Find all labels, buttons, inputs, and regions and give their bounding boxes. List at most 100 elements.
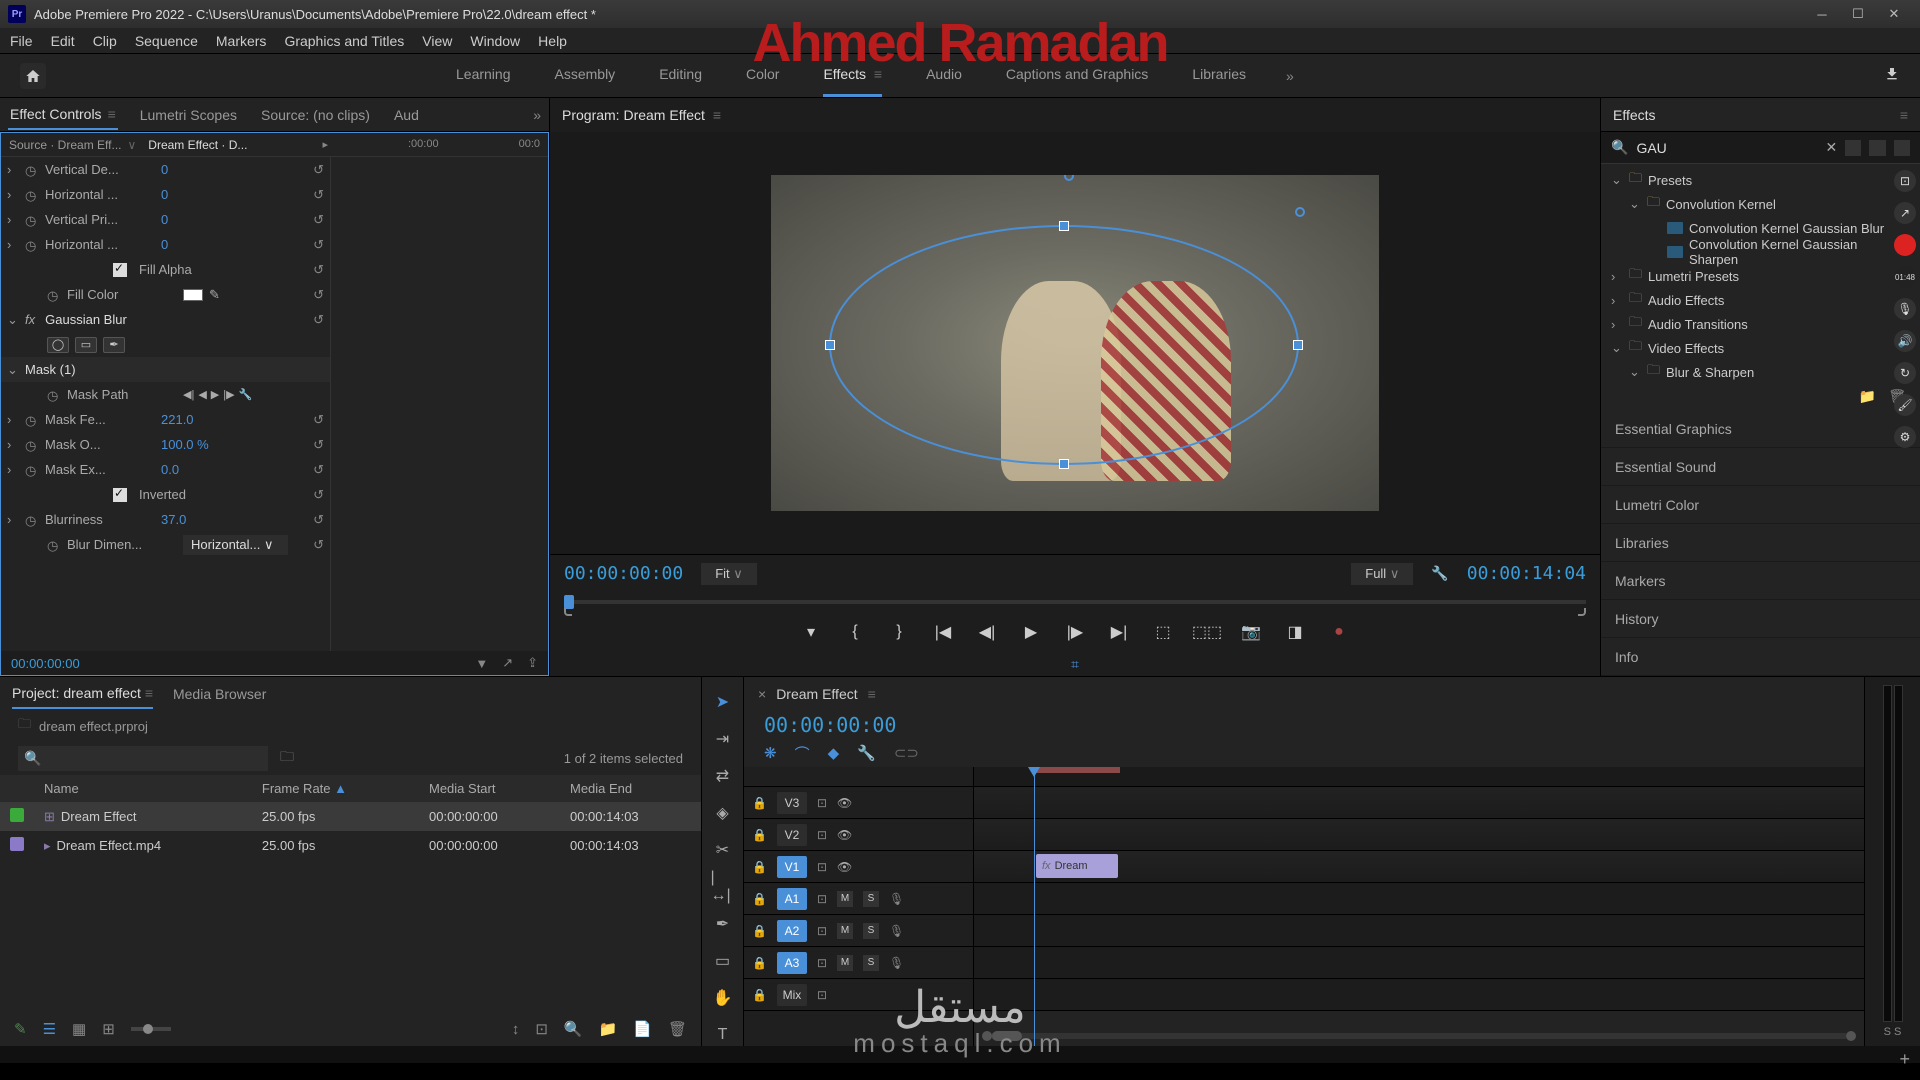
mute-button[interactable]: M xyxy=(837,955,853,971)
reset-icon[interactable]: ↺ xyxy=(313,537,324,553)
twist-icon[interactable]: › xyxy=(7,237,19,252)
track-target[interactable]: V3 xyxy=(777,792,807,814)
workspace-assembly[interactable]: Assembly xyxy=(555,54,616,97)
workspace-effects[interactable]: Effects ≡ xyxy=(823,54,882,97)
prop-value[interactable]: 0.0 xyxy=(161,462,179,477)
trash-button[interactable]: 🗑 xyxy=(668,1020,687,1038)
menu-markers[interactable]: Markers xyxy=(216,33,267,49)
timeline-clip[interactable]: fxDream xyxy=(1036,854,1118,878)
prop-value[interactable]: 0 xyxy=(161,162,168,177)
menu-file[interactable]: File xyxy=(10,33,33,49)
reset-icon[interactable]: ↺ xyxy=(313,512,324,528)
step-forward-button[interactable]: |▶ xyxy=(1065,622,1085,642)
tab-source[interactable]: Source: (no clips) xyxy=(259,101,372,129)
tab-lumetri-scopes[interactable]: Lumetri Scopes xyxy=(138,101,239,129)
program-quality-dropdown[interactable]: Full ∨ xyxy=(1351,563,1413,585)
ripple-tool[interactable]: ⇄ xyxy=(711,765,735,788)
sync-lock-icon[interactable]: ⊡ xyxy=(817,828,827,842)
audio-track-lane[interactable] xyxy=(974,979,1864,1011)
eye-icon[interactable]: 👁 xyxy=(837,796,852,810)
marker-button[interactable]: ◆ xyxy=(828,744,840,762)
prop-value[interactable]: 0 xyxy=(161,187,168,202)
twist-icon[interactable]: › xyxy=(7,412,19,427)
solo-button[interactable]: S xyxy=(863,955,879,971)
effects-tree-item[interactable]: ›🗀Audio Transitions xyxy=(1601,312,1920,336)
ec-filter-icon[interactable]: ▼ xyxy=(475,656,488,671)
project-item[interactable]: ⊞Dream Effect25.00 fps00:00:00:0000:00:1… xyxy=(0,802,701,831)
reset-icon[interactable]: ↺ xyxy=(313,262,324,278)
solo-button[interactable]: S xyxy=(863,923,879,939)
brush-icon[interactable]: 🖌 xyxy=(1894,394,1916,416)
auto-seq-button[interactable]: ⊡ xyxy=(535,1020,548,1038)
reset-icon[interactable]: ↺ xyxy=(313,462,324,478)
sync-lock-icon[interactable]: ⊡ xyxy=(817,796,827,810)
col-header[interactable]: Frame Rate ▲ xyxy=(252,775,419,802)
timer-icon[interactable]: 01:48 xyxy=(1894,266,1916,288)
in-point-marker[interactable] xyxy=(564,608,572,616)
sync-lock-icon[interactable]: ⊡ xyxy=(817,860,827,874)
mask-rotate-handle[interactable] xyxy=(1295,207,1305,217)
checkbox[interactable] xyxy=(113,488,127,502)
record-button[interactable]: ● xyxy=(1329,623,1349,641)
search-bin-button[interactable]: 🗀 xyxy=(280,746,294,770)
new-bin-button[interactable]: 📁 xyxy=(599,1020,618,1038)
blur-dim-dropdown[interactable]: Horizontal... ∨ xyxy=(183,535,288,555)
play-button[interactable]: ▶ xyxy=(1021,622,1041,642)
stopwatch-icon[interactable]: ◷ xyxy=(25,163,39,177)
workspace-captions-and-graphics[interactable]: Captions and Graphics xyxy=(1006,54,1148,97)
sync-lock-icon[interactable]: ⊡ xyxy=(817,988,827,1002)
prop-value[interactable]: 221.0 xyxy=(161,412,194,427)
work-area-bar[interactable] xyxy=(1036,767,1120,773)
col-header[interactable]: Name xyxy=(34,775,252,802)
project-search-input[interactable] xyxy=(18,746,268,771)
go-to-in-button[interactable]: |◀ xyxy=(933,622,953,642)
stopwatch-icon[interactable]: ◷ xyxy=(25,213,39,227)
write-mode-icon[interactable]: ✎ xyxy=(14,1020,27,1038)
workspace-editing[interactable]: Editing xyxy=(659,54,702,97)
timeline-menu-icon[interactable]: ≡ xyxy=(868,686,876,702)
add-marker-button[interactable]: ▾ xyxy=(801,622,821,642)
mask-pen-button[interactable]: ✒ xyxy=(103,337,125,353)
step-back-button[interactable]: ◀| xyxy=(977,622,997,642)
program-playhead[interactable] xyxy=(564,595,574,609)
menu-edit[interactable]: Edit xyxy=(51,33,75,49)
lock-icon[interactable]: 🔒 xyxy=(752,956,767,970)
new-item-button[interactable]: 📄 xyxy=(633,1020,652,1038)
twist-icon[interactable]: ⌄ xyxy=(7,312,19,328)
panel-tab-essential-sound[interactable]: Essential Sound xyxy=(1601,448,1920,486)
lift-button[interactable]: ⬚ xyxy=(1153,622,1173,642)
lock-icon[interactable]: 🔒 xyxy=(752,796,767,810)
effects-tree-item[interactable]: ⌄🗀Blur & Sharpen xyxy=(1601,360,1920,382)
panel-tab-libraries[interactable]: Libraries xyxy=(1601,524,1920,562)
eye-icon[interactable]: 👁 xyxy=(837,860,852,874)
accelerated-filter-icon[interactable] xyxy=(1845,140,1861,156)
track-target[interactable]: A1 xyxy=(777,888,807,910)
stopwatch-icon[interactable]: ◷ xyxy=(47,538,61,552)
video-track-lane[interactable] xyxy=(974,819,1864,851)
panel-tab-lumetri-color[interactable]: Lumetri Color xyxy=(1601,486,1920,524)
lock-icon[interactable]: 🔒 xyxy=(752,924,767,938)
export-button[interactable] xyxy=(1884,66,1900,85)
reset-icon[interactable]: ↺ xyxy=(313,487,324,503)
effects-tree-item[interactable]: ⌄🗀Presets xyxy=(1601,168,1920,192)
audio-track-lane[interactable] xyxy=(974,915,1864,947)
hand-tool[interactable]: ✋ xyxy=(711,986,735,1009)
home-button[interactable] xyxy=(20,63,46,89)
mic-icon[interactable]: 🎙 xyxy=(889,924,904,938)
list-view-button[interactable]: ☰ xyxy=(43,1020,56,1038)
ec-clip-dropdown[interactable]: Dream Effect · D... xyxy=(148,138,247,152)
scroll-right-cap[interactable] xyxy=(1846,1031,1856,1041)
wrench-icon[interactable]: 🔧 xyxy=(239,388,253,401)
reset-icon[interactable]: ↺ xyxy=(313,412,324,428)
out-point-marker[interactable] xyxy=(1578,608,1586,616)
program-zoom-dropdown[interactable]: Fit ∨ xyxy=(701,563,757,585)
fx-badge-icon[interactable]: fx xyxy=(25,312,35,327)
video-track-lane[interactable]: fxDream xyxy=(974,851,1864,883)
color-swatch[interactable] xyxy=(183,289,203,301)
gear-icon[interactable]: ⚙ xyxy=(1894,426,1916,448)
workspace-libraries[interactable]: Libraries xyxy=(1192,54,1246,97)
tabs-overflow-button[interactable]: » xyxy=(533,107,541,123)
volume-icon[interactable]: 🔊 xyxy=(1894,330,1916,352)
mark-out-button[interactable]: } xyxy=(889,623,909,641)
twist-icon[interactable]: › xyxy=(7,212,19,227)
